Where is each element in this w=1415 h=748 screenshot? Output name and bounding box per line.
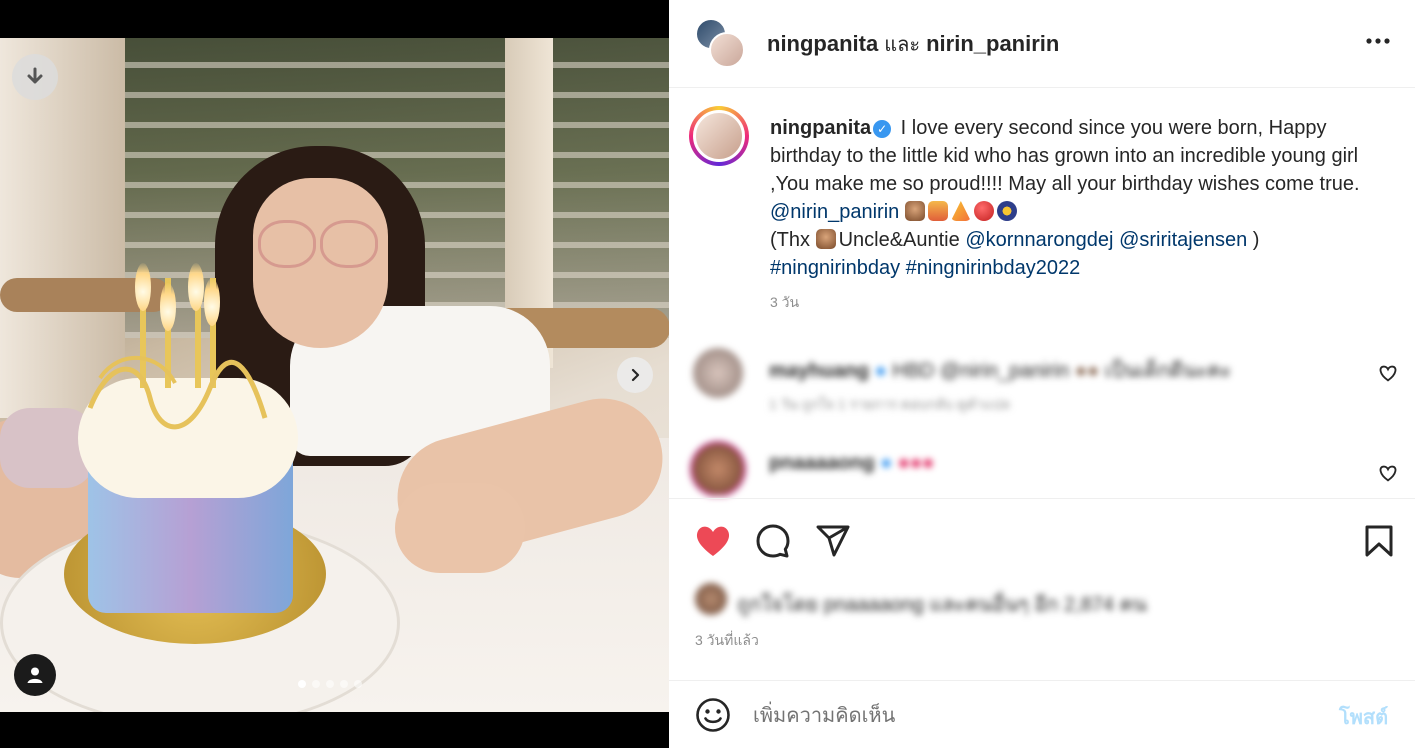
like-button[interactable]: [693, 521, 733, 561]
post-comment-button[interactable]: โพสต์: [1339, 701, 1388, 733]
cake-emoji-icon: [904, 201, 925, 221]
carousel-dot: [340, 680, 348, 688]
user-tag-icon: [27, 667, 43, 683]
avatar: [709, 32, 745, 68]
comment-username[interactable]: mayhuang: [769, 360, 869, 382]
bookmark-icon: [1365, 525, 1393, 557]
tagged-users-button[interactable]: [14, 654, 56, 696]
heart-icon: [696, 526, 730, 556]
coauthor-link[interactable]: nirin_panirin: [926, 31, 1059, 56]
download-icon: [27, 67, 43, 84]
gift-emoji-icon: [927, 201, 948, 221]
post-timestamp: 3 วันที่แล้ว: [695, 632, 759, 648]
comment-composer: โพสต์: [669, 680, 1415, 748]
more-options-button[interactable]: [1363, 26, 1393, 56]
comment-icon: [756, 524, 790, 558]
avatar: [693, 110, 745, 162]
comment-meta: 1 วัน ถูกใจ 1 รายการ ตอบกลับ ดูคำแปล: [769, 396, 1010, 412]
caption-text: ningpanita ✓ I love every second since yo…: [770, 114, 1385, 282]
carousel-dot: [312, 680, 320, 688]
post-header: ningpanita และ nirin_panirin: [669, 0, 1415, 88]
author-conjunction: และ: [884, 34, 921, 56]
post-caption: ningpanita ✓ I love every second since yo…: [669, 88, 1415, 328]
post-actions: [669, 498, 1415, 568]
comment-like-heart-icon[interactable]: [1377, 362, 1399, 384]
party-popper-emoji-icon: [950, 201, 971, 221]
comment-like-heart-icon[interactable]: [1377, 462, 1399, 484]
thx-names: Uncle&Auntie: [838, 229, 960, 251]
carousel-next-button[interactable]: [617, 357, 653, 393]
emoji-icon: [696, 698, 730, 732]
money-bag-emoji-icon: [996, 201, 1017, 221]
caption-timestamp: 3 วัน: [770, 294, 800, 310]
share-button[interactable]: [813, 521, 853, 561]
carousel-dot: [354, 680, 362, 688]
thx-prefix: (Thx: [770, 229, 810, 251]
avatar[interactable]: [693, 444, 743, 494]
comment-line: pnaaaaong ● ●●●: [769, 452, 935, 474]
likes-text: ถูกใจโดย pnaaaaong และคนอื่นๆ อีก 2,874 …: [737, 594, 1147, 616]
author-link[interactable]: ningpanita: [767, 31, 878, 56]
comment-extra: เป็นเด็กดีนะคะ: [1104, 360, 1232, 382]
post-panel: ningpanita และ nirin_panirin ningpanita ✓ I…: [669, 0, 1415, 748]
mention-link[interactable]: @kornnarongdej: [965, 229, 1113, 251]
carousel-dot: [326, 680, 334, 688]
likes-summary[interactable]: ถูกใจโดย pnaaaaong และคนอื่นๆ อีก 2,874 …: [695, 580, 1395, 620]
comment-item: pnaaaaong ● ●●●: [669, 438, 1415, 496]
post-photo[interactable]: [0, 38, 669, 712]
cake-emoji-icon: [815, 229, 836, 249]
comment-item: mayhuang ● HBD @nirin_panirin ●● เป็นเด็…: [669, 340, 1415, 430]
hashtag-link[interactable]: #ningnirinbday: [770, 257, 900, 279]
cake-topper-decoration: [87, 355, 268, 430]
comment-line: mayhuang ● HBD @nirin_panirin ●● เป็นเด็…: [769, 360, 1232, 382]
collab-avatars[interactable]: [695, 18, 747, 70]
comment-username[interactable]: pnaaaaong: [769, 452, 875, 474]
more-options-icon: [1366, 38, 1390, 44]
mention-link[interactable]: @nirin_panirin: [770, 201, 899, 223]
caption-avatar[interactable]: [689, 106, 749, 166]
balloon-emoji-icon: [973, 201, 994, 221]
download-button[interactable]: [12, 54, 58, 100]
carousel-dot: [298, 680, 306, 688]
media-viewer: [0, 0, 669, 748]
avatar[interactable]: [693, 348, 743, 398]
comment-button[interactable]: [753, 521, 793, 561]
save-button[interactable]: [1359, 521, 1399, 561]
emoji-picker-button[interactable]: [693, 695, 733, 735]
post-authors: ningpanita และ nirin_panirin: [767, 28, 1059, 60]
verified-badge-icon: ✓: [873, 120, 892, 138]
share-icon: [816, 525, 850, 557]
avatar: [695, 583, 727, 615]
hashtag-link[interactable]: #ningnirinbday2022: [906, 257, 1081, 279]
caption-username[interactable]: ningpanita: [770, 117, 871, 139]
chevron-right-icon: [631, 368, 640, 382]
thx-suffix: ): [1252, 229, 1260, 251]
comment-input[interactable]: [753, 699, 1313, 733]
comment-text: HBD @nirin_panirin: [892, 360, 1070, 382]
mention-link[interactable]: @sriritajensen: [1119, 229, 1247, 251]
carousel-indicator: [298, 680, 362, 688]
